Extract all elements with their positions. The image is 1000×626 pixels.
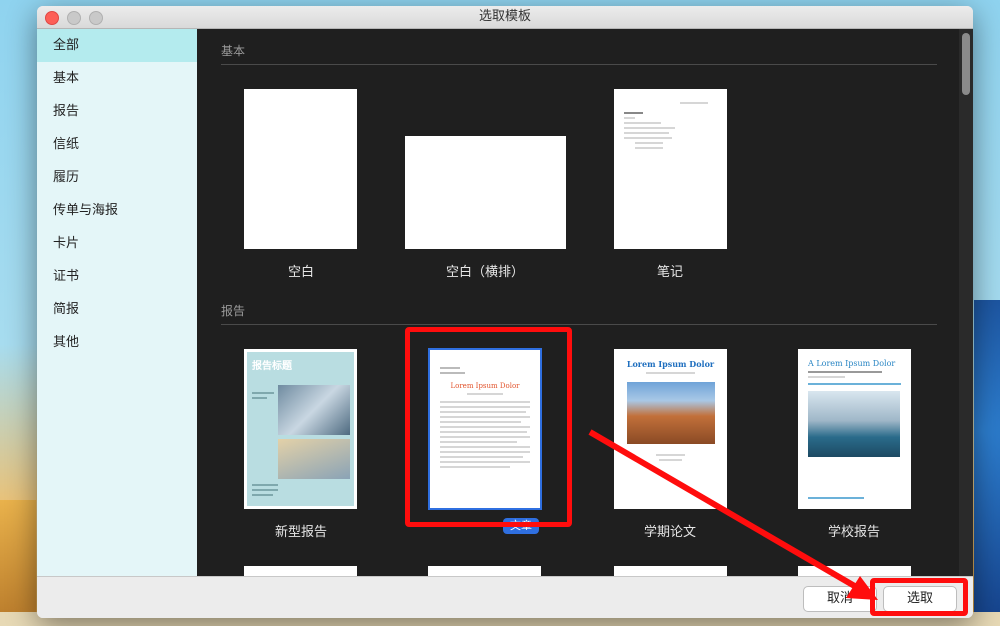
template-blank-landscape-label[interactable]: 空白（横排） xyxy=(405,261,565,280)
thumb-line xyxy=(624,112,643,114)
section-divider xyxy=(221,64,937,65)
template-school-report-thumbnail[interactable]: A Lorem Ipsum Dolor xyxy=(798,349,911,509)
template-thumbnail-partial[interactable] xyxy=(614,566,727,576)
thumb-line xyxy=(440,406,530,408)
section-divider xyxy=(221,324,937,325)
sidebar-item-basic[interactable]: 基本 xyxy=(37,62,197,95)
thumb-line xyxy=(646,372,695,374)
template-thumbnail-partial[interactable] xyxy=(798,566,911,576)
section-title-basic: 基本 xyxy=(221,44,246,58)
thumb-line xyxy=(440,411,526,413)
thumb-line xyxy=(440,451,530,453)
category-sidebar: 全部 基本 报告 信纸 履历 传单与海报 卡片 证书 简报 其他 xyxy=(37,29,197,576)
thumb-line xyxy=(440,367,460,369)
thumb-line xyxy=(440,441,517,443)
title-bar: 选取模板 xyxy=(37,6,973,29)
thumb-line xyxy=(440,456,523,458)
thumb-line xyxy=(624,127,676,129)
cancel-button[interactable]: 取消 xyxy=(803,586,877,612)
thumb-line xyxy=(440,421,521,423)
template-chooser-window: 选取模板 全部 基本 报告 信纸 履历 传单与海报 卡片 证书 简报 其他 基本… xyxy=(37,6,973,618)
thumb-title: Lorem Ipsum Dolor xyxy=(626,359,715,369)
template-essay-label[interactable]: 文章 xyxy=(503,518,539,534)
thumb-line xyxy=(440,372,466,374)
sidebar-item-letters[interactable]: 信纸 xyxy=(37,128,197,161)
thumb-line xyxy=(252,494,273,496)
sidebar-item-all[interactable]: 全部 xyxy=(37,29,197,62)
maximize-window-button[interactable] xyxy=(89,11,103,25)
thumb-title: 报告标题 xyxy=(252,361,292,372)
thumb-line xyxy=(467,393,503,395)
thumb-line xyxy=(252,392,274,394)
thumb-line xyxy=(440,416,530,418)
template-school-report-label[interactable]: 学校报告 xyxy=(774,521,934,540)
thumb-image-building xyxy=(278,385,350,435)
vertical-scrollbar[interactable] xyxy=(959,29,973,576)
thumb-line xyxy=(808,497,864,499)
template-term-paper-label[interactable]: 学期论文 xyxy=(590,521,750,540)
traffic-lights xyxy=(45,11,103,25)
sidebar-item-certificates[interactable]: 证书 xyxy=(37,260,197,293)
thumb-text-block xyxy=(252,389,274,402)
thumb-image-ceiling xyxy=(278,439,350,479)
sidebar-item-resumes[interactable]: 履历 xyxy=(37,161,197,194)
window-title: 选取模板 xyxy=(478,9,531,24)
thumb-line xyxy=(252,489,278,491)
template-term-paper-thumbnail[interactable]: Lorem Ipsum Dolor xyxy=(614,349,727,509)
thumb-line xyxy=(252,484,278,486)
template-essay-thumbnail[interactable]: Lorem Ipsum Dolor xyxy=(428,348,542,510)
template-gallery: 基本 空白 空白（横排） 笔记 报告 报告标题 新型报告 Lorem Ipsum… xyxy=(197,29,973,576)
thumb-line xyxy=(624,137,673,139)
section-title-reports: 报告 xyxy=(221,304,246,318)
thumb-line xyxy=(658,459,683,461)
thumb-line xyxy=(624,117,636,119)
thumb-line xyxy=(624,122,662,124)
desktop-wallpaper-left xyxy=(0,500,36,626)
sidebar-item-reports[interactable]: 报告 xyxy=(37,95,197,128)
thumb-line xyxy=(635,142,664,144)
scrollbar-thumb[interactable] xyxy=(962,33,970,95)
thumb-line xyxy=(440,436,530,438)
thumb-line xyxy=(808,371,883,373)
thumb-line xyxy=(440,431,528,433)
template-thumbnail-partial[interactable] xyxy=(428,566,541,576)
template-blank-label[interactable]: 空白 xyxy=(221,261,381,280)
thumb-line xyxy=(635,147,664,149)
template-notes-label[interactable]: 笔记 xyxy=(590,261,750,280)
thumb-line xyxy=(655,454,686,456)
select-button[interactable]: 选取 xyxy=(883,586,957,612)
template-blank-landscape-thumbnail[interactable] xyxy=(405,136,566,249)
thumb-line xyxy=(808,376,846,378)
template-thumbnail-partial[interactable] xyxy=(244,566,357,576)
sidebar-item-other[interactable]: 其他 xyxy=(37,326,197,359)
desktop-wallpaper-right xyxy=(974,300,1000,626)
minimize-window-button[interactable] xyxy=(67,11,81,25)
thumb-line xyxy=(252,397,268,399)
dialog-footer: 取消 选取 xyxy=(37,576,973,618)
thumb-line xyxy=(440,461,530,463)
thumb-line xyxy=(440,446,530,448)
sidebar-item-cards[interactable]: 卡片 xyxy=(37,227,197,260)
thumb-text-block xyxy=(252,481,278,499)
template-blank-thumbnail[interactable] xyxy=(244,89,357,249)
thumb-title: A Lorem Ipsum Dolor xyxy=(808,359,896,368)
template-modern-report-label[interactable]: 新型报告 xyxy=(221,521,381,540)
thumb-image-canyon xyxy=(626,382,715,444)
thumb-line xyxy=(624,132,669,134)
thumb-line xyxy=(440,401,530,403)
template-notes-thumbnail[interactable] xyxy=(614,89,727,249)
thumb-line xyxy=(440,466,511,468)
thumb-line xyxy=(679,102,708,104)
sidebar-item-newsletters[interactable]: 简报 xyxy=(37,293,197,326)
sidebar-item-flyers-posters[interactable]: 传单与海报 xyxy=(37,194,197,227)
thumb-line xyxy=(440,426,530,428)
template-modern-report-thumbnail[interactable]: 报告标题 xyxy=(244,349,357,509)
thumb-title: Lorem Ipsum Dolor xyxy=(450,382,520,390)
thumb-image-lighthouse xyxy=(808,391,900,457)
close-window-button[interactable] xyxy=(45,11,59,25)
thumb-line xyxy=(808,383,901,385)
